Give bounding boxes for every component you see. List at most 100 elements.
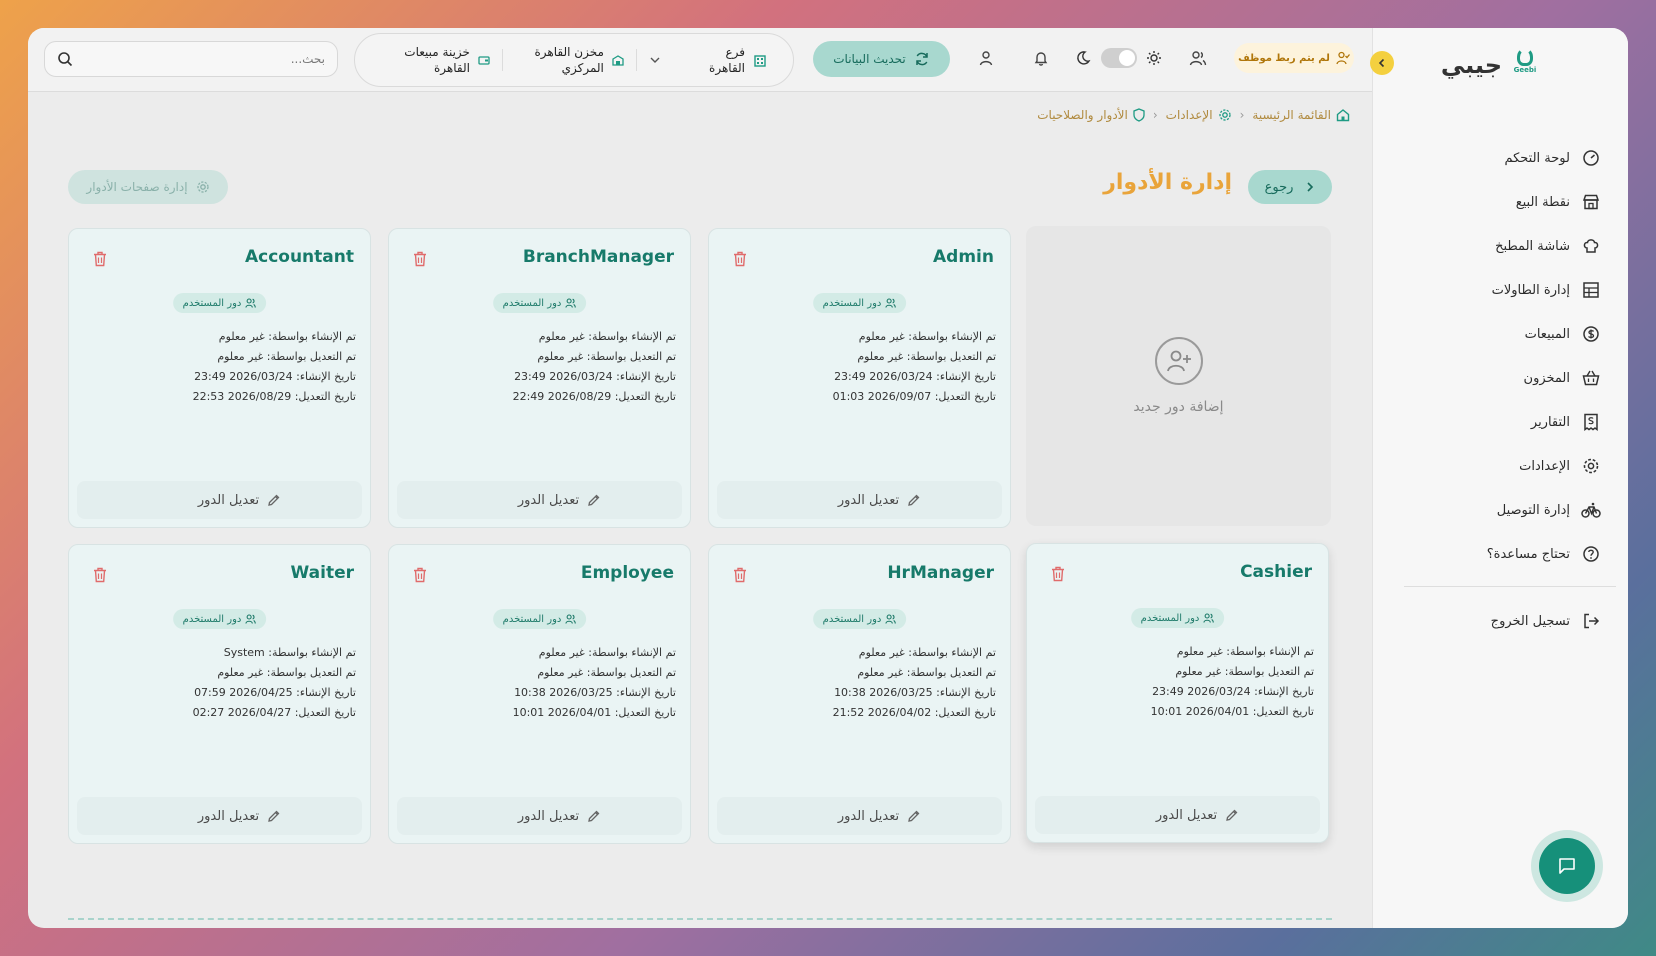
created-by: تم الإنشاء بواسطة: System (223, 646, 356, 659)
created-at: تاريخ الإنشاء: 2026/03/24 23:49 (514, 370, 676, 383)
sidebar-collapse-button[interactable] (1370, 51, 1394, 75)
chat-button[interactable] (1531, 830, 1603, 902)
manage-role-pages-button[interactable]: إدارة صفحات الأدوار (68, 170, 228, 204)
edit-role-label: تعديل الدور (837, 492, 900, 508)
trash-icon[interactable] (733, 251, 749, 269)
dollar-circle-icon (1580, 323, 1602, 345)
back-button[interactable]: رجوع (1248, 170, 1332, 204)
updated-at: تاريخ التعديل: 2026/04/01 10:01 (512, 706, 676, 719)
sidebar-item-receipt[interactable]: التقارير (1392, 400, 1602, 444)
breadcrumb-settings[interactable]: الإعدادات (1166, 108, 1232, 122)
chevron-right-icon (1305, 181, 1315, 193)
sidebar-item-store[interactable]: نقطة البيع (1392, 180, 1602, 224)
updated-by: تم التعديل بواسطة: غير معلوم (217, 666, 356, 679)
trash-icon[interactable] (413, 251, 429, 269)
app-window: فرع القاهرة مخزن القاهرة المركزي خزينة م… (28, 28, 1628, 928)
users-icon (245, 614, 257, 624)
role-type-badge: دور المستخدم (492, 293, 587, 313)
gear-icon (196, 180, 210, 194)
top-bar: فرع القاهرة مخزن القاهرة المركزي خزينة م… (28, 28, 1372, 92)
edit-role-button[interactable]: تعديل الدور (1035, 796, 1320, 834)
help-circle-icon (1580, 543, 1602, 565)
sun-icon[interactable] (1144, 48, 1164, 68)
manage-pages-label: إدارة صفحات الأدوار (86, 180, 188, 194)
breadcrumb-home[interactable]: القائمة الرئيسية (1252, 108, 1350, 122)
logout-button[interactable]: تسجيل الخروج (1392, 599, 1602, 643)
theme-toggle[interactable] (1101, 48, 1137, 68)
role-name: Accountant (244, 247, 354, 267)
trash-icon[interactable] (93, 251, 109, 269)
updated-at: تاريخ التعديل: 2026/08/29 22:49 (512, 390, 676, 403)
employee-link-warning-badge[interactable]: لم يتم ربط موظف (1234, 43, 1354, 73)
pencil-icon (907, 809, 921, 823)
branch-selector[interactable]: فرع القاهرة (637, 44, 779, 76)
refresh-data-button[interactable]: تحديث البيانات (813, 41, 950, 77)
role-type-badge: دور المستخدم (812, 609, 907, 629)
sidebar-item-gear[interactable]: الإعدادات (1392, 444, 1602, 488)
sidebar-item-gauge[interactable]: لوحة التحكم (1392, 136, 1602, 180)
role-meta: تم الإنشاء بواسطة: غير معلوم تم التعديل ب… (193, 327, 356, 407)
trash-icon[interactable] (733, 567, 749, 585)
edit-role-button[interactable]: تعديل الدور (717, 481, 1002, 519)
sidebar-item-label: نقطة البيع (1515, 194, 1570, 210)
search-input[interactable] (81, 52, 325, 66)
warehouse-selector[interactable]: مخزن القاهرة المركزي (503, 44, 636, 76)
sidebar-item-dollar-circle[interactable]: المبيعات (1392, 312, 1602, 356)
edit-role-label: تعديل الدور (837, 808, 900, 824)
brand-logo-text: Geebi (1513, 66, 1537, 74)
sidebar-item-help-circle[interactable]: تحتاج مساعدة؟ (1392, 532, 1602, 576)
users-icon[interactable] (1188, 48, 1208, 68)
search-icon[interactable] (57, 51, 73, 67)
edit-role-label: تعديل الدور (1155, 807, 1218, 823)
user-profile-icon[interactable] (976, 48, 996, 68)
role-type-label: دور المستخدم (1140, 612, 1200, 624)
trash-icon[interactable] (93, 567, 109, 585)
role-type-badge: دور المستخدم (172, 293, 267, 313)
bell-icon[interactable] (1031, 48, 1051, 68)
role-meta: تم الإنشاء بواسطة: غير معلوم تم التعديل ب… (833, 327, 996, 407)
sidebar-item-bike[interactable]: إدارة التوصيل (1392, 488, 1602, 532)
role-type-badge: دور المستخدم (1130, 608, 1225, 628)
role-meta: تم الإنشاء بواسطة: غير معلوم تم التعديل ب… (1151, 642, 1314, 722)
edit-role-button[interactable]: تعديل الدور (77, 481, 362, 519)
role-meta: تم الإنشاء بواسطة: System تم التعديل بواس… (193, 643, 356, 723)
add-role-label: إضافة دور جديد (1133, 399, 1224, 415)
logout-icon (1580, 610, 1602, 632)
sidebar-item-basket[interactable]: المخزون (1392, 356, 1602, 400)
edit-role-label: تعديل الدور (517, 492, 580, 508)
users-icon (885, 298, 897, 308)
breadcrumb-roles[interactable]: الأدوار والصلاحيات (1037, 108, 1145, 122)
edit-role-button[interactable]: تعديل الدور (397, 797, 682, 835)
edit-role-button[interactable]: تعديل الدور (397, 481, 682, 519)
chevron-down-icon[interactable] (649, 54, 661, 66)
moon-icon[interactable] (1073, 48, 1093, 68)
role-card: Cashier دور المستخدم تم الإنشاء بواسطة: غي… (1026, 543, 1329, 843)
role-type-label: دور المستخدم (502, 297, 562, 309)
receipt-icon (1580, 411, 1602, 433)
add-role-card[interactable]: إضافة دور جديد (1026, 226, 1331, 526)
created-at: تاريخ الإنشاء: 2026/03/24 23:49 (834, 370, 996, 383)
sidebar-item-table-grid[interactable]: إدارة الطاولات (1392, 268, 1602, 312)
role-type-label: دور المستخدم (182, 297, 242, 309)
role-type-badge: دور المستخدم (172, 609, 267, 629)
updated-by: تم التعديل بواسطة: غير معلوم (857, 666, 996, 679)
pencil-icon (1225, 808, 1239, 822)
updated-by: تم التعديل بواسطة: غير معلوم (537, 350, 676, 363)
sidebar-item-chef-hat[interactable]: شاشة المطبخ (1392, 224, 1602, 268)
pencil-icon (267, 809, 281, 823)
users-icon (565, 614, 577, 624)
treasury-selector[interactable]: خزينة مبيعات القاهرة (369, 44, 502, 76)
sidebar-item-label: إدارة الطاولات (1491, 282, 1570, 298)
role-name: HrManager (887, 563, 994, 583)
sidebar-item-label: المخزون (1523, 370, 1570, 386)
updated-by: تم التعديل بواسطة: غير معلوم (857, 350, 996, 363)
role-meta: تم الإنشاء بواسطة: غير معلوم تم التعديل ب… (513, 643, 676, 723)
trash-icon[interactable] (413, 567, 429, 585)
edit-role-button[interactable]: تعديل الدور (77, 797, 362, 835)
trash-icon[interactable] (1051, 566, 1067, 584)
edit-role-button[interactable]: تعديل الدور (717, 797, 1002, 835)
employee-warning-text: لم يتم ربط موظف (1238, 52, 1330, 64)
search-box[interactable] (44, 41, 338, 77)
breadcrumb-separator: › (1239, 108, 1245, 122)
gauge-icon (1580, 147, 1602, 169)
